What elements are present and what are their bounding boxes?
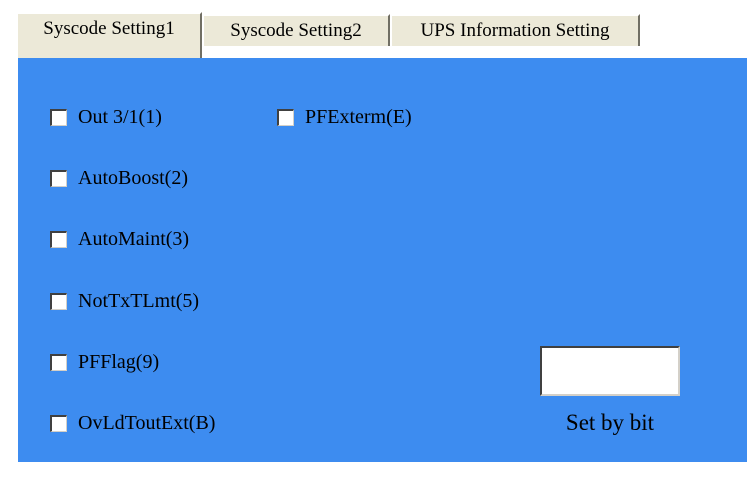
tab-label: Syscode Setting1 (43, 18, 175, 39)
tab-syscode-setting1[interactable]: Syscode Setting1 (16, 12, 202, 58)
checkbox-box[interactable] (50, 109, 67, 126)
tab-label: UPS Information Setting (420, 20, 610, 41)
checkbox-label: AutoBoost(2) (78, 167, 188, 189)
checkbox-box[interactable] (50, 293, 67, 310)
checkbox-out31[interactable]: Out 3/1(1) (50, 106, 162, 129)
checkbox-autoboost[interactable]: AutoBoost(2) (50, 167, 188, 190)
checkbox-pfflag[interactable]: PFFlag(9) (50, 351, 159, 374)
tab-label: Syscode Setting2 (230, 20, 362, 41)
checkbox-box[interactable] (50, 231, 67, 248)
checkbox-box[interactable] (50, 354, 67, 371)
tab-strip: Syscode Setting1 Syscode Setting2 UPS In… (16, 12, 747, 58)
checkbox-automaint[interactable]: AutoMaint(3) (50, 228, 189, 251)
checkbox-box[interactable] (50, 415, 67, 432)
tab-ups-information-setting[interactable]: UPS Information Setting (390, 14, 640, 46)
set-by-bit-label: Set by bit (565, 410, 655, 435)
checkbox-label: PFFlag(9) (78, 351, 160, 373)
checkbox-label: OvLdToutExt(B) (78, 412, 216, 434)
checkbox-label: PFExterm(E) (305, 106, 412, 128)
tab-syscode-setting2[interactable]: Syscode Setting2 (202, 14, 390, 46)
checkbox-box[interactable] (277, 109, 294, 126)
checkbox-ovldtoutext[interactable]: OvLdToutExt(B) (50, 412, 215, 435)
checkbox-box[interactable] (50, 170, 67, 187)
checkbox-label: AutoMaint(3) (78, 228, 190, 250)
set-by-bit-input[interactable] (540, 346, 680, 396)
checkbox-nottxtlmt[interactable]: NotTxTLmt(5) (50, 290, 199, 313)
checkbox-label: Out 3/1(1) (78, 106, 162, 128)
checkbox-pfexterm[interactable]: PFExterm(E) (277, 106, 412, 129)
checkbox-label: NotTxTLmt(5) (78, 290, 200, 312)
bottom-margin (0, 462, 747, 488)
